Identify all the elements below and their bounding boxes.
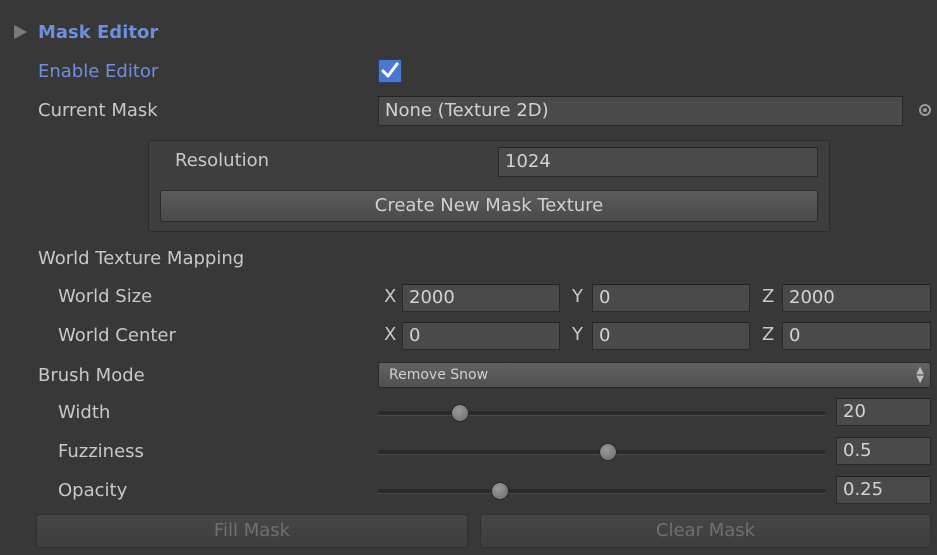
current-mask-label: Current Mask: [38, 100, 158, 121]
width-label: Width: [58, 402, 111, 423]
brush-mode-label: Brush Mode: [38, 365, 145, 386]
brush-mode-dropdown[interactable]: Remove Snow ▲ ▼: [378, 362, 931, 388]
world-size-x-axis: X: [384, 286, 397, 307]
opacity-slider-knob[interactable]: [491, 482, 509, 500]
opacity-label: Opacity: [58, 480, 128, 501]
world-size-y-field[interactable]: 0: [592, 284, 750, 312]
world-center-y-axis: Y: [572, 324, 583, 345]
section-title[interactable]: Mask Editor: [38, 22, 158, 44]
world-size-label: World Size: [58, 286, 153, 307]
world-size-x-field[interactable]: 2000: [402, 284, 560, 312]
opacity-slider-track[interactable]: [378, 489, 826, 493]
fuzziness-label: Fuzziness: [58, 441, 144, 462]
fill-mask-button[interactable]: Fill Mask: [36, 514, 468, 548]
width-value-field[interactable]: 20: [836, 398, 931, 426]
checkmark-icon: [381, 62, 399, 78]
create-new-mask-texture-button[interactable]: Create New Mask Texture: [160, 190, 818, 222]
collapse-icon[interactable]: [14, 25, 27, 39]
world-center-x-field[interactable]: 0: [402, 322, 560, 350]
world-size-z-field[interactable]: 2000: [782, 284, 931, 312]
world-center-z-field[interactable]: 0: [782, 322, 931, 350]
world-center-x-axis: X: [384, 324, 397, 345]
current-mask-field[interactable]: None (Texture 2D): [378, 96, 903, 126]
fuzziness-slider-knob[interactable]: [598, 443, 617, 461]
enable-editor-checkbox[interactable]: [378, 59, 402, 83]
world-size-y-axis: Y: [572, 286, 583, 307]
width-slider-knob[interactable]: [450, 404, 469, 422]
resolution-field[interactable]: 1024: [498, 147, 818, 177]
enable-editor-label: Enable Editor: [38, 61, 159, 82]
brush-mode-value: Remove Snow: [389, 367, 489, 383]
dropdown-arrows-icon: ▲ ▼: [916, 365, 924, 385]
world-texture-mapping-heading: World Texture Mapping: [38, 248, 245, 269]
width-slider-track[interactable]: [378, 411, 826, 415]
resolution-label: Resolution: [175, 150, 270, 171]
world-size-z-axis: Z: [762, 286, 775, 307]
clear-mask-button[interactable]: Clear Mask: [480, 514, 931, 548]
world-center-z-axis: Z: [762, 324, 775, 345]
opacity-value-field[interactable]: 0.25: [836, 476, 931, 504]
object-picker-icon[interactable]: [919, 104, 931, 116]
world-center-label: World Center: [58, 325, 176, 346]
world-center-y-field[interactable]: 0: [592, 322, 750, 350]
fuzziness-value-field[interactable]: 0.5: [836, 437, 931, 465]
